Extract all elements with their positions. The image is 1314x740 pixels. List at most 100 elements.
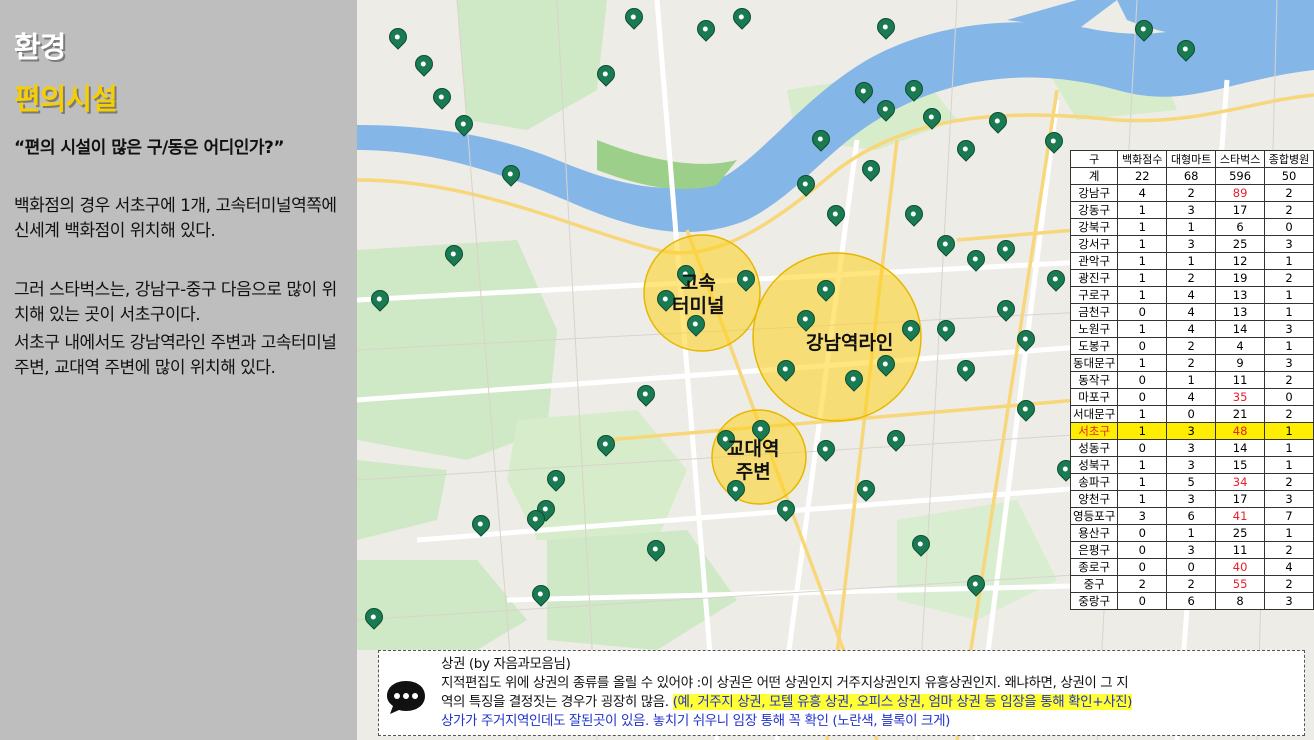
table-row: 강남구 4 2 89 2: [1069, 184, 1314, 202]
cell-mart: 3: [1166, 235, 1217, 253]
cell-starbucks: 34: [1215, 473, 1266, 491]
cell-gu: 송파구: [1069, 473, 1119, 491]
cell-starbucks: 40: [1215, 558, 1266, 576]
table-row: 마포구 0 4 35 0: [1069, 388, 1314, 406]
header-dept: 백화점수: [1117, 150, 1168, 168]
note-line-2: 지적편집도 위에 상권의 종류를 올릴 수 있어야 :이 상권은 어떤 상권인지…: [441, 675, 1129, 691]
cell-dept: 1: [1117, 456, 1168, 474]
cell-gu: 은평구: [1069, 541, 1119, 559]
cell-mart: 2: [1166, 354, 1217, 372]
cell-starbucks: 21: [1215, 405, 1266, 423]
cell-gu: 성동구: [1069, 439, 1119, 457]
cell-gu: 노원구: [1069, 320, 1119, 338]
cell-dept: 1: [1117, 354, 1168, 372]
cell-starbucks: 14: [1215, 320, 1266, 338]
chat-bubble-icon: [387, 681, 425, 714]
cell-hospital: 3: [1264, 320, 1314, 338]
cell-mart: 3: [1166, 490, 1217, 508]
cell-hospital: 4: [1264, 558, 1314, 576]
cell-starbucks: 19: [1215, 269, 1266, 287]
cell-mart: 3: [1166, 541, 1217, 559]
table-row: 서대문구 1 0 21 2: [1069, 405, 1314, 423]
cell-dept: 0: [1117, 541, 1168, 559]
cell-mart: 0: [1166, 405, 1217, 423]
cell-dept: 4: [1117, 184, 1168, 202]
table-row: 금천구 0 4 13 1: [1069, 303, 1314, 321]
cell-hospital: 1: [1264, 524, 1314, 542]
header-gu: 구: [1069, 150, 1119, 168]
cell-dept: 3: [1117, 507, 1168, 525]
table-row: 중구 2 2 55 2: [1069, 575, 1314, 593]
cell-dept: 2: [1117, 575, 1168, 593]
cell-gu: 관악구: [1069, 252, 1119, 270]
cell-mart: 2: [1166, 269, 1217, 287]
cell-mart: 3: [1166, 439, 1217, 457]
cell-hospital: 3: [1264, 235, 1314, 253]
cell-starbucks: 17: [1215, 201, 1266, 219]
cell-starbucks: 8: [1215, 592, 1266, 610]
page-title: 환경: [14, 30, 66, 64]
cell-mart: 4: [1166, 303, 1217, 321]
cell-starbucks: 13: [1215, 303, 1266, 321]
cell-mart: 4: [1166, 320, 1217, 338]
table-row: 동대문구 1 2 9 3: [1069, 354, 1314, 372]
note-line-3-highlight: (예, 거주지 상권, 모텔 유흥 상권, 오피스 상권, 엄마 상권 등 임장…: [672, 694, 1133, 710]
cell-mart: 4: [1166, 286, 1217, 304]
cell-dept: 0: [1117, 371, 1168, 389]
key-question: “편의 시설이 많은 구/동은 어디인가?”: [14, 138, 285, 158]
cell-gu: 중구: [1069, 575, 1119, 593]
header-mart: 대형마트: [1166, 150, 1217, 168]
cell-starbucks: 11: [1215, 541, 1266, 559]
cell-mart: 3: [1166, 456, 1217, 474]
cell-gu: 중랑구: [1069, 592, 1119, 610]
table-row: 도봉구 0 2 4 1: [1069, 337, 1314, 355]
cell-hospital: 3: [1264, 592, 1314, 610]
cell-hospital: 2: [1264, 405, 1314, 423]
cell-hospital: 2: [1264, 201, 1314, 219]
table-row: 서초구 1 3 48 1: [1069, 422, 1314, 440]
cell-starbucks: 6: [1215, 218, 1266, 236]
cell-mart: 3: [1166, 422, 1217, 440]
cell-gu: 강남구: [1069, 184, 1119, 202]
table-row: 강동구 1 3 17 2: [1069, 201, 1314, 219]
cell-hospital: 1: [1264, 337, 1314, 355]
cell-gu: 서초구: [1069, 422, 1119, 440]
page-subtitle: 편의시설: [14, 82, 118, 116]
label-terminal-line1: 고속: [680, 272, 716, 294]
table-row: 노원구 1 4 14 3: [1069, 320, 1314, 338]
paragraph-starbucks: 그러 스타벅스는, 강남구-중구 다음으로 많이 위치해 있는 곳이 서초구이다…: [14, 280, 337, 325]
table-row: 은평구 0 3 11 2: [1069, 541, 1314, 559]
cell-mart: 1: [1166, 218, 1217, 236]
cell-dept: 1: [1117, 252, 1168, 270]
table-row: 송파구 1 5 34 2: [1069, 473, 1314, 491]
cell-starbucks: 4: [1215, 337, 1266, 355]
table-row: 용산구 0 1 25 1: [1069, 524, 1314, 542]
table-row: 성북구 1 3 15 1: [1069, 456, 1314, 474]
cell-mart: 5: [1166, 473, 1217, 491]
facility-stats-table: 구 백화점수 대형마트 스타벅스 종합병원 계 22 68 596 50 강남구 4 2 89 2…: [1069, 150, 1314, 610]
cell-hospital: 1: [1264, 422, 1314, 440]
cell-dept: 0: [1117, 337, 1168, 355]
table-header-row: 구 백화점수 대형마트 스타벅스 종합병원: [1069, 150, 1314, 168]
label-gyodae-area: 교대역 주변: [727, 438, 779, 484]
label-terminal-area: 고속 터미널: [672, 272, 724, 318]
cell-dept: 1: [1117, 235, 1168, 253]
table-row: 계 22 68 596 50: [1069, 167, 1314, 185]
cell-hospital: 2: [1264, 541, 1314, 559]
cell-hospital: 3: [1264, 490, 1314, 508]
cell-mart: 68: [1166, 167, 1217, 185]
cell-gu: 구로구: [1069, 286, 1119, 304]
label-gyodae-line2: 주변: [735, 461, 771, 483]
cell-dept: 1: [1117, 405, 1168, 423]
table-row: 성동구 0 3 14 1: [1069, 439, 1314, 457]
cell-hospital: 1: [1264, 439, 1314, 457]
cell-dept: 0: [1117, 439, 1168, 457]
table-row: 구로구 1 4 13 1: [1069, 286, 1314, 304]
cell-gu: 도봉구: [1069, 337, 1119, 355]
table-row: 중랑구 0 6 8 3: [1069, 592, 1314, 610]
cell-dept: 1: [1117, 286, 1168, 304]
cell-hospital: 2: [1264, 184, 1314, 202]
note-line-4: 상가가 주거지역인데도 잘된곳이 있음. 놓치기 쉬우니 임장 통해 꼭 확인 …: [441, 713, 950, 729]
paragraph-department-store: 백화점의 경우 서초구에 1개, 고속터미널역쪽에 신세계 백화점이 위치해 있…: [14, 196, 337, 241]
header-starbucks: 스타벅스: [1215, 150, 1266, 168]
